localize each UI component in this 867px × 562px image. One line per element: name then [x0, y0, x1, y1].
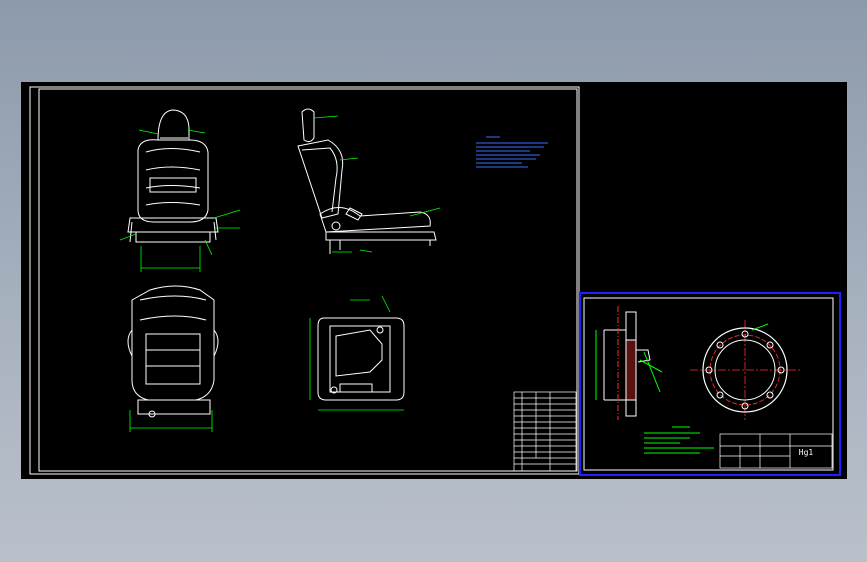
cad-drawing-canvas: Hg1: [21, 82, 847, 479]
detail-title-code: Hg1: [799, 448, 814, 457]
